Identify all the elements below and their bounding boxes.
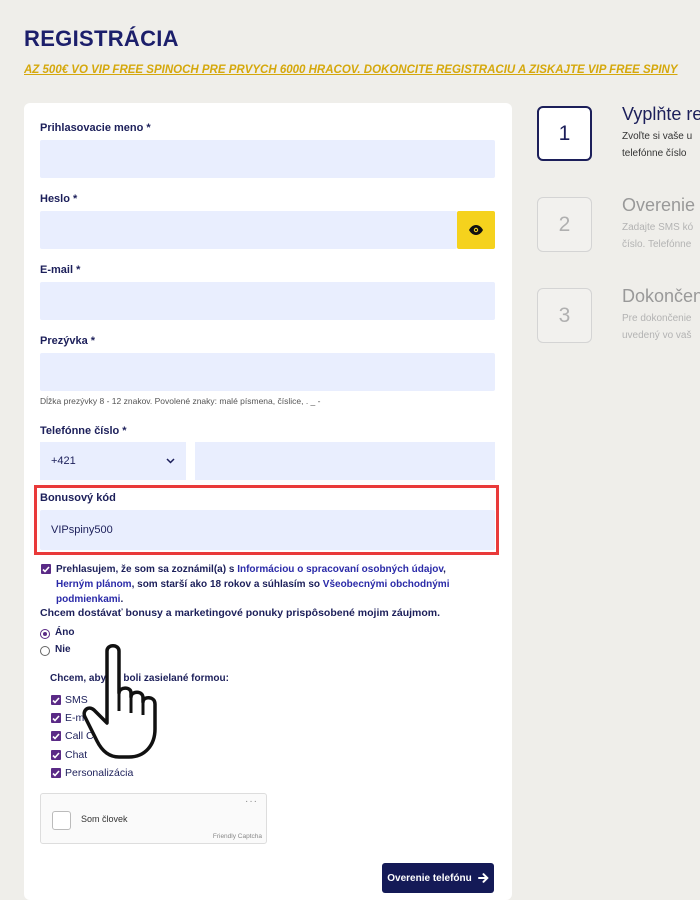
check-icon <box>52 751 60 759</box>
email-input[interactable] <box>40 282 495 320</box>
check-icon <box>52 714 60 722</box>
consent-checkbox[interactable] <box>41 564 51 574</box>
check-icon <box>52 769 60 777</box>
phone-prefix-value: +421 <box>51 455 76 467</box>
step-3-desc-line2: uvedený vo vaš <box>622 330 692 341</box>
step-3-title: Dokončen <box>622 286 700 306</box>
offers-no-label: Nie <box>55 644 71 655</box>
verify-phone-label: Overenie telefónu <box>387 872 472 884</box>
consent-text: Prehlasujem, že som sa zoznámil(a) s Inf… <box>56 564 450 605</box>
bonus-code-highlight <box>34 485 499 555</box>
nickname-label: Prezývka * <box>40 335 96 347</box>
step-1-desc-line2: telefónne číslo <box>622 148 687 159</box>
offers-yes-label: Áno <box>55 627 75 638</box>
step-2-badge: 2 <box>537 197 592 252</box>
promo-banner[interactable]: AŽ 500€ VO VIP FREE SPINOCH PRE PRVÝCH 6… <box>24 64 700 76</box>
channel-email-checkbox[interactable] <box>51 713 61 723</box>
pointing-hand-icon <box>82 644 157 759</box>
page-title: REGISTRÁCIA <box>24 26 179 51</box>
step-2-title: Overenie t <box>622 195 700 215</box>
verify-phone-button[interactable]: Overenie telefónu <box>382 863 494 893</box>
privacy-info-link[interactable]: Informáciou o spracovaní osobných údajov <box>237 564 443 575</box>
phone-prefix-select[interactable]: +421 <box>40 442 186 480</box>
eye-icon <box>469 225 483 235</box>
marketing-offers-question: Chcem dostávať bonusy a marketingové pon… <box>40 607 441 619</box>
step-2-desc-line2: číslo. Telefónne <box>622 239 692 250</box>
captcha-checkbox[interactable] <box>52 811 71 830</box>
chevron-down-icon <box>166 458 175 464</box>
show-password-button[interactable] <box>457 211 495 249</box>
channel-chat-checkbox[interactable] <box>51 750 61 760</box>
nickname-hint: Dĺžka prezývky 8 - 12 znakov. Povolené z… <box>40 396 321 406</box>
channel-personalization-label: Personalizácia <box>65 767 134 779</box>
step-3-badge: 3 <box>537 288 592 343</box>
check-icon <box>52 696 60 704</box>
step-1-title: Vyplňte re <box>622 104 700 124</box>
check-icon <box>42 565 50 573</box>
check-icon <box>52 732 60 740</box>
email-label: E-mail * <box>40 264 81 276</box>
captcha-label: Som človek <box>81 814 128 824</box>
password-label: Heslo * <box>40 193 78 205</box>
username-label: Prihlasovacie meno * <box>40 122 151 134</box>
channel-call-centre-checkbox[interactable] <box>51 731 61 741</box>
captcha-brand: Friendly Captcha <box>212 833 262 840</box>
step-2-desc-line1: Zadajte SMS kó <box>622 222 694 233</box>
game-plan-link[interactable]: Herným plánom <box>56 579 132 590</box>
captcha-menu-icon[interactable]: ··· <box>245 796 258 807</box>
channel-personalization-checkbox[interactable] <box>51 768 61 778</box>
registration-form: Prihlasovacie meno * Heslo * E-mail * Pr… <box>24 103 512 900</box>
username-input[interactable] <box>40 140 495 178</box>
captcha-widget: Som človek ··· Friendly Captcha <box>40 793 267 844</box>
step-3-desc-line1: Pre dokončenie <box>622 313 692 324</box>
step-1-desc-line1: Zvoľte si vaše u <box>622 131 693 142</box>
phone-number-input[interactable] <box>195 442 495 480</box>
arrow-right-icon <box>477 873 489 883</box>
offers-yes-radio[interactable] <box>40 629 50 639</box>
nickname-input[interactable] <box>40 353 495 391</box>
offers-no-radio[interactable] <box>40 646 50 656</box>
step-1-badge: 1 <box>537 106 592 161</box>
password-input[interactable] <box>40 211 457 249</box>
phone-label: Telefónne číslo * <box>40 425 127 437</box>
channel-sms-checkbox[interactable] <box>51 695 61 705</box>
